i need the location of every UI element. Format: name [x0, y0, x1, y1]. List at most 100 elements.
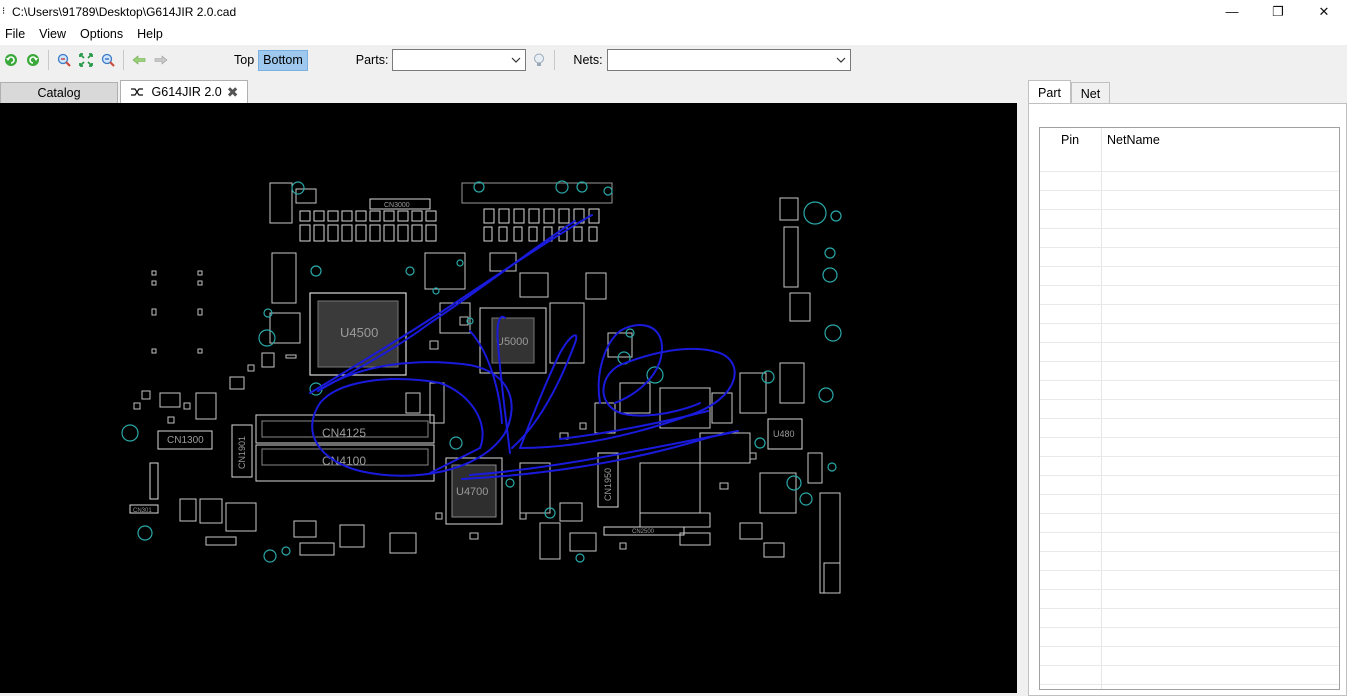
label-u4500: U4500 — [340, 325, 378, 340]
pin-net-grid[interactable]: Pin NetName — [1039, 127, 1340, 690]
grid-row-line — [1040, 513, 1339, 514]
window-title: C:\Users\91789\Desktop\G614JIR 2.0.cad — [12, 4, 237, 19]
back-button[interactable] — [128, 49, 150, 71]
grid-row-line — [1040, 665, 1339, 666]
restore-icon: ❐ — [1272, 3, 1284, 19]
panel-splitter[interactable] — [1017, 78, 1025, 696]
grid-row-line — [1040, 399, 1339, 400]
grid-header: Pin NetName — [1040, 128, 1339, 171]
grid-row-line — [1040, 646, 1339, 647]
toolbar: Top Bottom Parts: Nets: — [0, 45, 1347, 75]
nets-label: Nets: — [573, 53, 603, 67]
label-cn301: CN301 — [133, 508, 152, 514]
pad-row-top-right — [461, 182, 613, 242]
grid-row-line — [1040, 171, 1339, 172]
grid-row-line — [1040, 684, 1339, 685]
toolbar-separator — [48, 50, 49, 70]
toolbar-separator — [123, 50, 124, 70]
arrow-right-icon — [154, 55, 168, 65]
grid-row-line — [1040, 190, 1339, 191]
grid-row-line — [1040, 570, 1339, 571]
column-divider — [1101, 128, 1102, 689]
grid-row-line — [1040, 247, 1339, 248]
menu-bar: File View Options Help — [0, 23, 1347, 45]
fit-board-button[interactable] — [75, 49, 97, 71]
board-drawing[interactable]: U4500 CN4125 CN4100 CN1300 CN1901 CN1950… — [0, 103, 1017, 693]
forward-button[interactable] — [150, 49, 172, 71]
silkscreen-layer — [129, 182, 841, 594]
part-tab-body: Pin NetName — [1028, 103, 1347, 696]
component-labels: U4500 CN4125 CN4100 CN1300 CN1901 CN1950… — [133, 202, 795, 535]
menu-help[interactable]: Help — [132, 27, 170, 41]
app-icon: ⁝ — [2, 5, 6, 17]
menu-view[interactable]: View — [34, 27, 73, 41]
rotate-right-button[interactable] — [22, 49, 44, 71]
grid-row-line — [1040, 551, 1339, 552]
close-icon: ✕ — [1318, 3, 1330, 19]
fit-board-icon — [79, 53, 93, 67]
grid-row-line — [1040, 532, 1339, 533]
title-bar: ⁝ C:\Users\91789\Desktop\G614JIR 2.0.cad… — [0, 0, 1347, 23]
nets-combo[interactable] — [606, 49, 851, 71]
arrow-left-icon — [132, 55, 146, 65]
grid-row-line — [1040, 228, 1339, 229]
grid-row-line — [1040, 209, 1339, 210]
window-controls: — ❐ ✕ — [1209, 0, 1347, 23]
grid-row-line — [1040, 361, 1339, 362]
grid-row-line — [1040, 418, 1339, 419]
grid-row-line — [1040, 589, 1339, 590]
grid-row-line — [1040, 304, 1339, 305]
zoom-in-button[interactable] — [53, 49, 75, 71]
document-tab-row: Catalog G614JIR 2.0 ✖ — [0, 80, 1020, 103]
tab-part[interactable]: Part — [1028, 80, 1071, 104]
column-header-netname[interactable]: NetName — [1107, 133, 1160, 147]
grid-row-line — [1040, 494, 1339, 495]
chevron-down-icon — [511, 57, 521, 63]
rotate-left-icon — [5, 54, 17, 66]
highlight-part-button[interactable] — [528, 49, 550, 71]
toolbar-separator — [554, 50, 556, 70]
board-canvas[interactable]: U4500 CN4125 CN4100 CN1300 CN1901 CN1950… — [0, 103, 1017, 693]
lightbulb-icon — [534, 53, 545, 66]
grid-row-line — [1040, 266, 1339, 267]
rotate-left-button[interactable] — [0, 49, 22, 71]
pad-row-top-left — [299, 210, 437, 242]
layer-top-button[interactable]: Top — [230, 50, 258, 71]
label-cn1950: CN1950 — [603, 468, 613, 501]
zoom-out-button[interactable] — [97, 49, 119, 71]
restore-button[interactable]: ❐ — [1255, 0, 1301, 23]
zoom-out-icon — [101, 53, 115, 67]
label-cn2500: CN2500 — [632, 529, 655, 535]
zoom-in-icon — [57, 53, 71, 67]
grid-row-line — [1040, 342, 1339, 343]
board-file-icon — [130, 88, 143, 96]
close-window-button[interactable]: ✕ — [1301, 0, 1347, 23]
grid-row-line — [1040, 285, 1339, 286]
column-header-pin[interactable]: Pin — [1061, 133, 1079, 147]
grid-row-line — [1040, 380, 1339, 381]
minimize-icon: — — [1225, 4, 1239, 19]
tab-net[interactable]: Net — [1071, 82, 1110, 104]
grid-row-line — [1040, 323, 1339, 324]
label-u480: U480 — [773, 429, 795, 439]
grid-row-line — [1040, 475, 1339, 476]
label-cn1300: CN1300 — [167, 435, 204, 446]
info-panel: Part Net Pin NetName — [1025, 78, 1347, 696]
layer-bottom-button[interactable]: Bottom — [258, 49, 308, 71]
parts-label: Parts: — [355, 53, 389, 67]
parts-combo[interactable] — [392, 49, 527, 71]
tab-catalog[interactable]: Catalog — [0, 82, 118, 103]
label-cn1901: CN1901 — [237, 436, 247, 469]
menu-options[interactable]: Options — [75, 27, 130, 41]
label-cn4125: CN4125 — [322, 426, 366, 440]
tab-document[interactable]: G614JIR 2.0 ✖ — [120, 80, 248, 103]
close-tab-icon[interactable]: ✖ — [227, 84, 239, 101]
rotate-right-icon — [27, 54, 39, 66]
label-cn3000: CN3000 — [384, 202, 410, 209]
grid-row-line — [1040, 608, 1339, 609]
minimize-button[interactable]: — — [1209, 0, 1255, 23]
component-cluster — [159, 182, 841, 594]
tab-document-label: G614JIR 2.0 — [151, 85, 222, 99]
connector-outline — [149, 462, 159, 500]
menu-file[interactable]: File — [0, 27, 32, 41]
